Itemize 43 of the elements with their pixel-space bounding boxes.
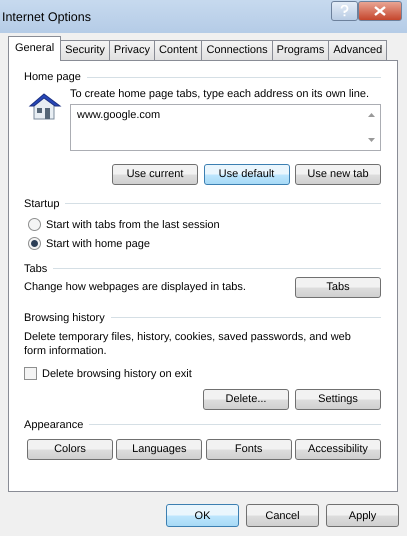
tab[interactable]: Connections bbox=[201, 40, 273, 60]
button[interactable]: Settings bbox=[295, 388, 381, 410]
tab[interactable]: Privacy bbox=[108, 40, 155, 60]
button[interactable]: Delete... bbox=[203, 388, 289, 410]
tab[interactable]: Security bbox=[60, 40, 110, 60]
checkbox[interactable] bbox=[24, 367, 37, 380]
tab[interactable]: Advanced bbox=[328, 40, 388, 60]
close-icon bbox=[374, 6, 386, 16]
tabs-button[interactable]: Tabs bbox=[295, 276, 381, 298]
radio-button[interactable] bbox=[28, 237, 41, 250]
help-button[interactable] bbox=[331, 0, 358, 20]
close-button[interactable] bbox=[358, 0, 402, 20]
radio-label[interactable]: Start with tabs from the last session bbox=[46, 218, 220, 232]
button[interactable]: Use default bbox=[204, 164, 290, 185]
window-title: Internet Options bbox=[2, 10, 92, 24]
group-heading: Startup bbox=[24, 196, 60, 211]
button[interactable]: OK bbox=[166, 504, 239, 527]
group-heading: Home page bbox=[24, 70, 81, 84]
button[interactable]: Use current bbox=[112, 164, 198, 185]
radio-button[interactable] bbox=[28, 218, 41, 232]
house-icon bbox=[28, 91, 62, 121]
group-heading: Tabs bbox=[24, 262, 48, 276]
tab[interactable]: Content bbox=[154, 40, 202, 60]
button[interactable]: Apply bbox=[326, 504, 399, 527]
tab[interactable]: General bbox=[8, 36, 62, 61]
help-icon bbox=[340, 4, 349, 16]
description-text: Change how webpages are displayed in tabs. bbox=[24, 280, 246, 294]
description-text: Delete temporary files, history, cookies, saved passwords, and web form information. bbox=[24, 330, 352, 358]
address-field[interactable]: www.google.com bbox=[70, 104, 381, 151]
radio-label[interactable]: Start with home page bbox=[46, 236, 150, 251]
tab[interactable]: Programs bbox=[272, 40, 330, 60]
button[interactable]: Accessibility bbox=[294, 438, 381, 460]
button[interactable]: Fonts bbox=[206, 438, 292, 460]
button[interactable]: Use new tab bbox=[295, 164, 381, 185]
checkbox-label[interactable]: Delete browsing history on exit bbox=[42, 366, 192, 381]
button[interactable]: Colors bbox=[27, 438, 113, 460]
scroll-down-icon[interactable] bbox=[368, 138, 375, 142]
hint-text: To create home page tabs, type each address on its own line. bbox=[70, 87, 370, 101]
group-heading: Appearance bbox=[24, 418, 84, 432]
scroll-up-icon[interactable] bbox=[368, 112, 375, 117]
button[interactable]: Languages bbox=[116, 438, 202, 460]
group-heading: Browsing history bbox=[24, 310, 105, 325]
button[interactable]: Cancel bbox=[246, 504, 319, 527]
